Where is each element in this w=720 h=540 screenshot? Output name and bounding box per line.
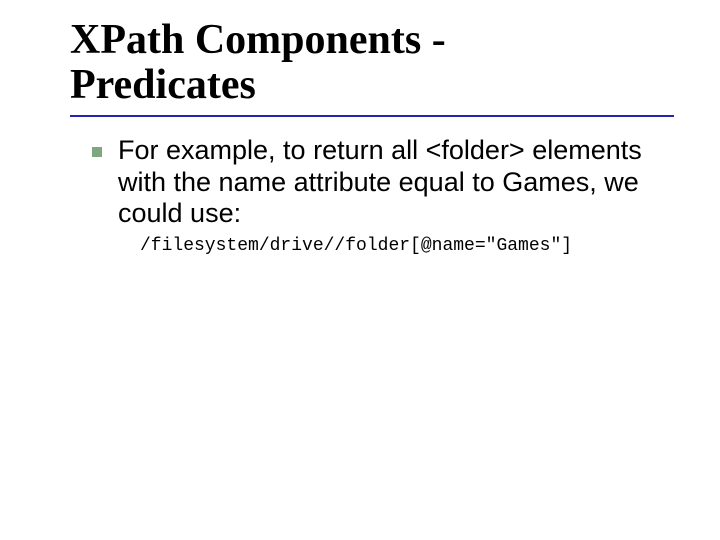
- bullet-item: For example, to return all <folder> elem…: [92, 135, 672, 231]
- bullet-text: For example, to return all <folder> elem…: [118, 135, 672, 231]
- square-bullet-icon: [92, 147, 102, 157]
- title-underline: [70, 115, 674, 117]
- title-line-1: XPath Components -: [70, 17, 446, 63]
- slide-title: XPath Components - Predicates: [70, 18, 672, 109]
- title-line-2: Predicates: [70, 62, 256, 108]
- slide: XPath Components - Predicates For exampl…: [0, 0, 720, 540]
- code-example: /filesystem/drive//folder[@name="Games"]: [140, 236, 672, 258]
- slide-body: For example, to return all <folder> elem…: [70, 135, 672, 258]
